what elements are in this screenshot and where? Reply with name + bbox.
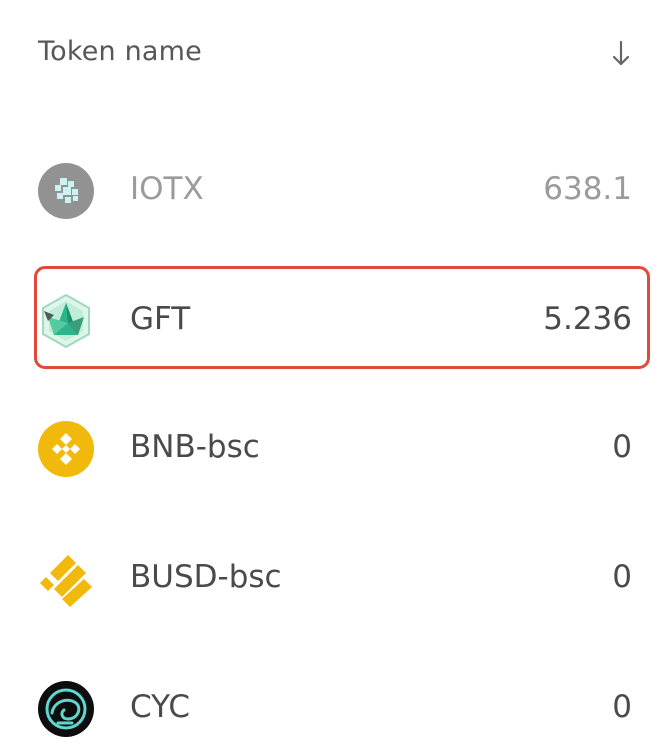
token-name: GFT bbox=[130, 301, 191, 337]
gft-logo-icon bbox=[38, 293, 94, 349]
token-name: CYC bbox=[130, 689, 190, 725]
token-name: BNB-bsc bbox=[130, 429, 260, 465]
token-amount: 5.236 bbox=[543, 301, 632, 337]
iotx-logo-icon bbox=[38, 163, 94, 219]
token-name: IOTX bbox=[130, 171, 204, 207]
token-amount: 0 bbox=[612, 429, 632, 465]
token-row-bnb-bsc[interactable]: BNB-bsc 0 bbox=[38, 418, 634, 480]
token-list-header: Token name bbox=[38, 34, 634, 74]
token-row-cyc[interactable]: CYC 0 bbox=[38, 678, 634, 740]
token-row-busd-bsc[interactable]: BUSD-bsc 0 bbox=[38, 548, 634, 610]
bnb-logo-icon bbox=[38, 421, 94, 477]
token-row-iotx[interactable]: IOTX 638.1 bbox=[38, 160, 634, 222]
token-name: BUSD-bsc bbox=[130, 559, 282, 595]
token-amount: 0 bbox=[612, 689, 632, 725]
token-amount: 0 bbox=[612, 559, 632, 595]
token-row-gft[interactable]: GFT 5.236 bbox=[38, 290, 634, 352]
token-list-page: Token name IOTX 638.1 GFT 5.236 BNB-bsc … bbox=[0, 0, 666, 750]
sort-button[interactable] bbox=[608, 36, 634, 70]
cyc-logo-icon bbox=[38, 681, 94, 737]
token-amount: 638.1 bbox=[543, 171, 632, 207]
busd-logo-icon bbox=[38, 551, 94, 607]
token-name-column-header: Token name bbox=[38, 36, 202, 67]
arrow-down-icon bbox=[612, 40, 630, 66]
